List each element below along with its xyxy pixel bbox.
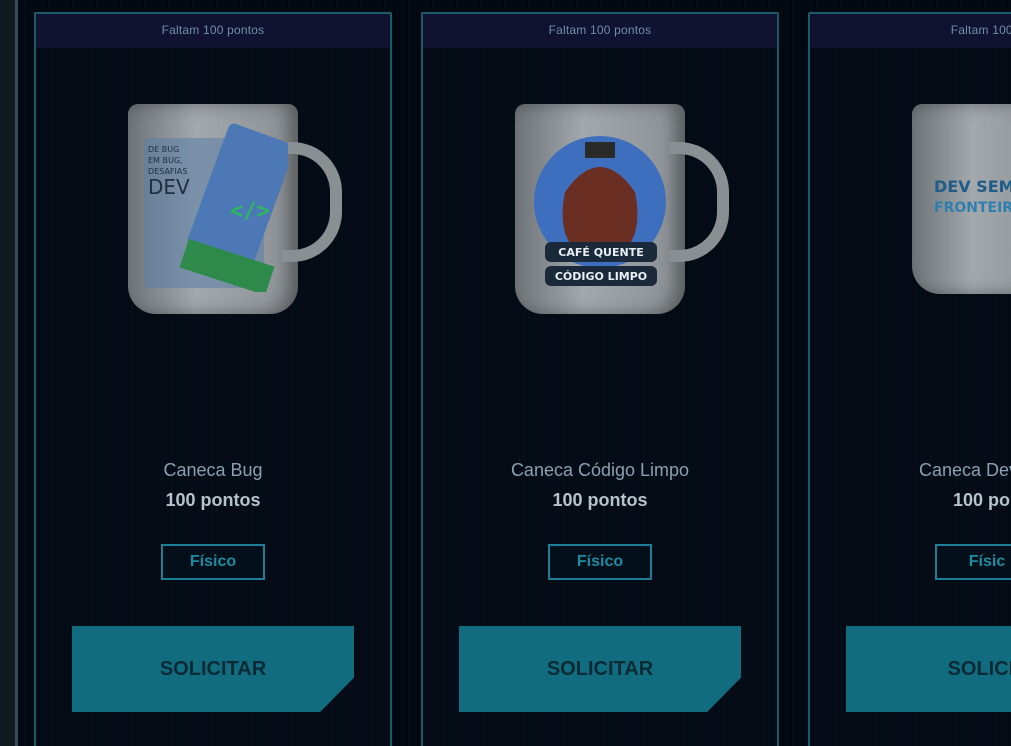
product-price: 100 pontos [165,490,261,510]
product-name: Caneca Bug [163,460,263,480]
mug-icon: </> DE BUG EM BUG, DESAFIAS DEV [128,104,342,314]
mug-handle [669,142,729,262]
points-needed-banner: Faltam 100 p [810,14,1011,48]
mug-text-2: EM BUG, [148,156,183,165]
mug-icon: DEV SEM FRONTEIRAS [912,104,1011,294]
type-badge: Físico [548,544,652,580]
mug-text-1: DEV SEM [934,177,1011,196]
reward-card: Faltam 100 p DEV SEM FRONTEIRAS Caneca D… [808,12,1011,746]
mug-handle [282,142,342,262]
mug-text-4: DEV [148,175,190,199]
points-needed-banner: Faltam 100 pontos [36,14,390,48]
mug-artwork: CAFÉ QUENTE CÓDIGO LIMPO [534,136,666,286]
mug-icon: CAFÉ QUENTE CÓDIGO LIMPO [515,104,729,314]
rewards-page: Faltam 100 pontos </> DE BUG EM BUG, DES… [0,0,1011,746]
mug-text-1: CAFÉ QUENTE [558,246,643,259]
mug-text-1: DE BUG [148,145,179,154]
product-image: </> DE BUG EM BUG, DESAFIAS DEV [36,104,390,374]
product-name: Caneca Dev Sen [918,460,1011,480]
reward-card: Faltam 100 pontos </> DE BUG EM BUG, DES… [34,12,392,746]
left-rail [0,0,18,746]
product-name: Caneca Código Limpo [510,460,690,480]
svg-text:</>: </> [230,199,270,224]
points-needed-banner: Faltam 100 pontos [423,14,777,48]
request-button[interactable]: SOLICIT [846,626,1011,712]
reward-card: Faltam 100 pontos CAFÉ QUENTE CÓDIGO LIM… [421,12,779,746]
mug-artwork: </> DE BUG EM BUG, DESAFIAS DEV [144,123,288,292]
product-image: DEV SEM FRONTEIRAS [810,104,1011,374]
mug-artwork: DEV SEM FRONTEIRAS [934,177,1011,216]
product-image: CAFÉ QUENTE CÓDIGO LIMPO [423,104,777,374]
request-button[interactable]: SOLICITAR [459,626,741,712]
product-price: 100 pon [952,490,1011,510]
mug-text-2: FRONTEIRAS [934,200,1011,216]
mug-text-2: CÓDIGO LIMPO [555,270,647,283]
request-button[interactable]: SOLICITAR [72,626,354,712]
type-badge: Físico [161,544,265,580]
type-badge: Físic [935,544,1011,580]
product-price: 100 pontos [552,490,648,510]
